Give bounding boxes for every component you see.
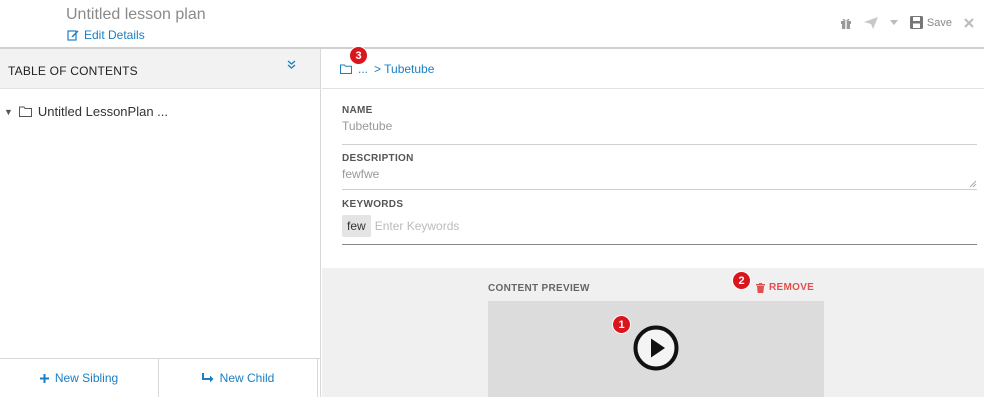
content-preview-section: CONTENT PREVIEW REMOVE [322, 268, 984, 397]
trash-icon [756, 282, 765, 293]
tree-item-root[interactable]: ▼ Untitled LessonPlan ... [4, 104, 168, 119]
new-child-label: New Child [219, 371, 275, 385]
keywords-label: KEYWORDS [342, 199, 404, 210]
close-icon [964, 17, 974, 28]
main-panel: ... > Tubetube NAME Tubetube DESCRIPTION… [322, 49, 984, 397]
folder-icon [18, 106, 32, 117]
name-label: NAME [342, 105, 373, 116]
send-icon [863, 16, 878, 29]
gift-icon [840, 18, 851, 29]
app-header: Untitled lesson plan Edit Details Save [0, 0, 984, 49]
save-label: Save [926, 16, 952, 29]
edit-details-label: Edit Details [84, 28, 145, 42]
sidebar-footer: New Sibling New Child [0, 358, 320, 397]
send-dropdown[interactable] [889, 20, 898, 25]
gift-button[interactable] [840, 17, 852, 29]
description-textarea[interactable]: fewfwe [342, 167, 977, 181]
folder-icon[interactable] [340, 64, 352, 74]
save-button[interactable]: Save [909, 16, 952, 29]
video-preview[interactable] [488, 301, 824, 397]
breadcrumb-current[interactable]: > Tubetube [374, 62, 434, 76]
toc-header: TABLE OF CONTENTS [0, 49, 320, 89]
edit-icon [67, 30, 79, 41]
content-form: NAME Tubetube DESCRIPTION fewfwe KEYWORD… [342, 105, 977, 245]
name-field[interactable]: NAME Tubetube [342, 105, 977, 145]
content-preview-label: CONTENT PREVIEW [488, 283, 590, 294]
level-down-icon [201, 372, 214, 382]
remove-button[interactable]: REMOVE [756, 282, 814, 293]
annotation-badge-2: 2 [732, 271, 751, 290]
close-button[interactable] [964, 17, 974, 28]
new-sibling-label: New Sibling [54, 371, 119, 385]
keywords-field[interactable]: KEYWORDS few Enter Keywords [342, 199, 977, 245]
description-label: DESCRIPTION [342, 153, 414, 164]
sidebar: TABLE OF CONTENTS ▼ Untitled LessonPlan … [0, 49, 321, 397]
keywords-row: few Enter Keywords [342, 215, 977, 237]
name-input[interactable]: Tubetube [342, 119, 977, 133]
double-chevron-down-icon[interactable] [287, 60, 296, 70]
annotation-badge-1: 1 [612, 315, 631, 334]
header-toolbar: Save [840, 16, 974, 29]
description-field[interactable]: DESCRIPTION fewfwe [342, 153, 977, 190]
keywords-input[interactable]: Enter Keywords [375, 219, 460, 233]
tree-item-label: Untitled LessonPlan ... [37, 104, 168, 119]
resize-handle-icon[interactable] [969, 180, 977, 188]
plus-icon [39, 373, 49, 383]
toc-title: TABLE OF CONTENTS [8, 64, 138, 78]
keyword-chip[interactable]: few [342, 215, 371, 237]
caret-down-icon [889, 20, 898, 25]
annotation-badge-3: 3 [349, 46, 368, 65]
new-sibling-button[interactable]: New Sibling [0, 359, 159, 397]
lesson-title: Untitled lesson plan [66, 6, 206, 23]
edit-details-link[interactable]: Edit Details [67, 28, 145, 42]
floppy-icon [909, 16, 923, 29]
send-button[interactable] [863, 16, 878, 29]
new-child-button[interactable]: New Child [159, 359, 318, 397]
play-icon[interactable] [633, 325, 679, 371]
breadcrumb: ... > Tubetube [322, 49, 984, 89]
expand-arrow-icon[interactable]: ▼ [4, 107, 13, 117]
remove-label: REMOVE [769, 282, 815, 293]
